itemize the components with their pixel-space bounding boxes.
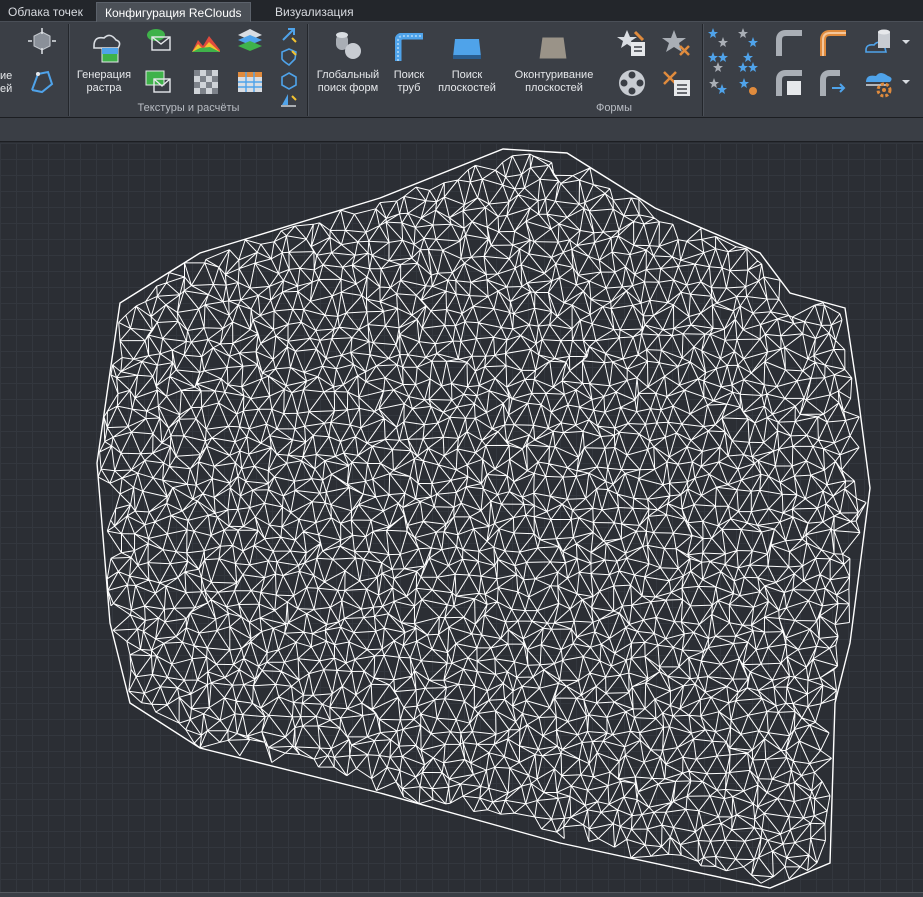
ribbon-tab-bar: Облака точек Конфигурация ReClouds Визуа… [0,0,923,22]
polygon-edit-icon[interactable] [28,68,56,94]
3d-viewport[interactable] [0,143,923,897]
pipe-elbow-gray-icon[interactable] [774,28,804,58]
remove-list-icon[interactable] [662,68,692,98]
stars-cluster-icon[interactable] [738,52,758,72]
status-bar-edge [0,892,923,897]
film-reel-icon[interactable] [617,68,647,98]
star-edit-icon[interactable] [617,28,647,58]
star-remove-icon[interactable] [662,28,692,58]
terrain-colormap-icon[interactable] [192,30,220,56]
mesh-edges [97,153,867,884]
pipe-search-line1: Поиск [393,69,425,81]
shapes-group-label: Формы [595,102,633,114]
raster-generation-button[interactable]: Генерация растра [73,69,135,95]
cylinder-cloud-icon[interactable] [864,28,894,58]
pipe-elbow-square-icon[interactable] [774,68,804,98]
ribbon-separator [68,24,69,116]
hexagon-icon[interactable] [280,72,298,90]
plane-search-button[interactable]: Поиск плоскостей [432,69,502,95]
pipe-elbow-orange-icon[interactable] [818,28,848,58]
raster-generation-icon[interactable] [88,30,122,64]
cloud-gear-icon[interactable] [864,68,894,98]
move-cube-icon[interactable] [28,28,56,54]
raster-label-line2: растра [86,82,122,94]
cloud-mail-icon[interactable] [144,27,172,53]
shield-icon[interactable] [280,48,298,66]
contour-line2: плоскостей [525,82,583,94]
pipe-elbow-arrow-icon[interactable] [818,68,848,98]
partial-button-label[interactable]: ие ей [0,70,12,96]
stars-gray-icon[interactable] [738,28,758,48]
chevron-down-icon[interactable] [900,76,912,88]
image-envelope-icon[interactable] [144,69,172,95]
pipe-search-button[interactable]: Поиск труб [388,69,430,95]
tab-point-clouds[interactable]: Облака точек [0,2,91,22]
global-search-line1: Глобальный [316,69,380,81]
blue-arrow-icon[interactable] [280,26,298,44]
stars-group-icon[interactable] [708,52,728,72]
plane-search-line2: плоскостей [438,82,496,94]
ribbon-collapse-strip [0,118,923,142]
partial-label-line2: ей [0,83,13,95]
stars-blue-icon[interactable] [708,28,728,48]
chevron-down-icon[interactable] [900,36,912,48]
layers-icon[interactable] [236,27,264,53]
plane-contour-button[interactable]: Оконтуривание плоскостей [502,69,606,95]
pipe-search-icon[interactable] [395,33,425,63]
checkerboard-icon[interactable] [192,69,220,95]
ribbon-separator [307,24,308,116]
global-shape-search-icon[interactable] [333,30,363,60]
pipe-search-line2: труб [397,82,421,94]
stars-add-icon[interactable] [708,76,728,96]
plane-search-icon[interactable] [451,35,483,61]
tab-reclouds-config[interactable]: Конфигурация ReClouds [96,2,251,22]
global-shape-search-button[interactable]: Глобальный поиск форм [312,69,384,95]
global-search-line2: поиск форм [317,82,379,94]
triangulated-mesh [96,148,871,889]
plane-search-line1: Поиск [451,69,483,81]
contour-line1: Оконтуривание [514,69,594,81]
table-grid-icon[interactable] [236,69,264,95]
stars-orange-icon[interactable] [738,76,758,96]
raster-label-line1: Генерация [76,69,132,81]
textures-group-label: Текстуры и расчёты [137,102,240,114]
ribbon-panel: ие ей Генерация растра Текстуры и расчёт… [0,22,923,118]
tab-visualization[interactable]: Визуализация [267,2,362,22]
plane-contour-icon[interactable] [536,33,570,63]
partial-label-line1: ие [0,70,13,82]
